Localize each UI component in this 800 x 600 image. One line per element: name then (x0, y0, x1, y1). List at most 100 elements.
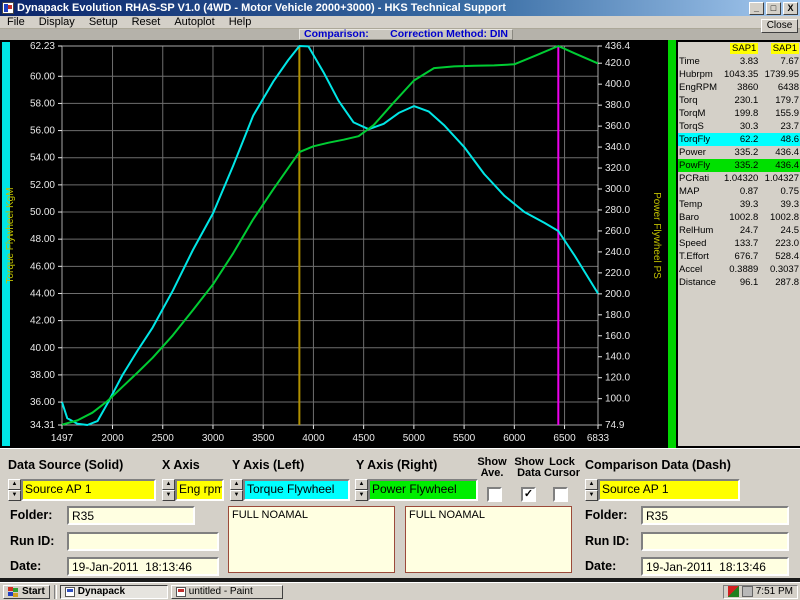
y-axis-left-combo[interactable]: ▲ ▼ Torque Flywheel (230, 479, 350, 501)
chart-svg[interactable]: 34.31 36.00 38.00 40.00 42.00 44.00 46.00 48.00… (0, 40, 668, 448)
right-tick-label: 280.0 (605, 205, 630, 216)
task-label: untitled - Paint (188, 586, 253, 597)
spinner-up-icon[interactable]: ▲ (355, 479, 368, 490)
menu-file[interactable]: File (0, 16, 32, 28)
desktop: Dynapack Evolution RHAS-SP V1.0 (4WD - M… (0, 0, 800, 600)
date-field-left[interactable]: 19-Jan-2011 18:13:46 (67, 557, 219, 576)
x-tick-label: 3000 (202, 433, 225, 444)
windows-flag-icon (8, 586, 19, 597)
taskbar: Start Dynapack untitled - Paint 7:51 PM (0, 582, 800, 600)
spinner-up-icon[interactable]: ▲ (8, 479, 21, 490)
comparison-data-combo[interactable]: ▲ ▼ Source AP 1 (585, 479, 740, 501)
dyno-chart[interactable]: 34.31 36.00 38.00 40.00 42.00 44.00 46.00 48.00… (0, 40, 668, 448)
spinner-up-icon[interactable]: ▲ (230, 479, 243, 490)
left-tick-label: 38.00 (30, 370, 55, 381)
right-tick-label: 180.0 (605, 310, 630, 321)
data-source-combo[interactable]: ▲ ▼ Source AP 1 (8, 479, 156, 501)
table-row: TorqFly 62.2 48.6 (678, 133, 800, 146)
right-tick-label: 100.0 (605, 394, 630, 405)
comment-box-1[interactable]: FULL NOAMAL (228, 506, 395, 573)
table-row: Accel 0.3889 0.3037 (679, 264, 799, 275)
spinner-up-icon[interactable]: ▲ (585, 479, 598, 490)
menu-display[interactable]: Display (32, 16, 82, 28)
system-tray: 7:51 PM (722, 584, 798, 599)
menu-autoplot[interactable]: Autoplot (167, 16, 221, 28)
right-tick-label: 300.0 (605, 184, 630, 195)
right-tick-label: 74.9 (605, 420, 625, 431)
lock-cursor-checkbox[interactable] (553, 487, 568, 502)
folder-label-right: Folder: (585, 508, 628, 522)
x-tick-label: 6833 (587, 433, 610, 444)
restore-icon[interactable]: □ (766, 1, 781, 15)
right-tick-label: 220.0 (605, 268, 630, 279)
left-tick-label: 62.23 (30, 41, 55, 52)
start-button[interactable]: Start (3, 584, 50, 599)
data-source-field[interactable]: Source AP 1 (21, 479, 156, 501)
left-tick-label: 56.00 (30, 126, 55, 137)
spinner-down-icon[interactable]: ▼ (585, 490, 598, 501)
taskbar-clock: 7:51 PM (755, 586, 793, 597)
x-tick-label: 6500 (553, 433, 576, 444)
right-axis-color-stripe (668, 40, 676, 448)
table-row: MAP 0.87 0.75 (679, 186, 799, 197)
y-axis-right-combo[interactable]: ▲ ▼ Power Flywheel (355, 479, 478, 501)
dynapack-task-icon (64, 586, 75, 597)
left-tick-label: 46.00 (30, 261, 55, 272)
spinner-down-icon[interactable]: ▼ (355, 490, 368, 501)
app-icon (2, 2, 14, 14)
table-row: Torq 230.1 179.7 (679, 95, 799, 106)
run-id-label-left: Run ID: (10, 534, 55, 548)
table-row: Hubrpm 1043.35 1739.95 (679, 69, 799, 80)
minimize-icon[interactable]: _ (749, 1, 764, 15)
task-button-dynapack[interactable]: Dynapack (59, 584, 168, 599)
left-tick-label: 60.00 (30, 71, 55, 82)
spinner-up-icon[interactable]: ▲ (162, 479, 175, 490)
comparison-data-field[interactable]: Source AP 1 (598, 479, 740, 501)
table-row: Baro 1002.8 1002.8 (679, 212, 799, 223)
show-ave-checkbox[interactable] (487, 487, 502, 502)
folder-field-left[interactable]: R35 (67, 506, 195, 525)
folder-field-right[interactable]: R35 (641, 506, 789, 525)
date-field-right[interactable]: 19-Jan-2011 18:13:46 (641, 557, 789, 576)
left-tick-label: 40.00 (30, 343, 55, 354)
right-tick-label: 436.4 (605, 41, 630, 52)
show-data-checkbox[interactable]: ✓ (521, 487, 536, 502)
table-row: RelHum 24.7 24.5 (679, 225, 799, 236)
spinner-down-icon[interactable]: ▼ (162, 490, 175, 501)
table-row: Distance 96.1 287.8 (679, 277, 799, 288)
close-button[interactable]: Close (761, 19, 798, 33)
right-tick-label: 380.0 (605, 100, 630, 111)
left-axis-title: Torque Flywheel KgM (5, 187, 16, 283)
left-tick-label: 42.00 (30, 316, 55, 327)
left-tick-label: 54.00 (30, 153, 55, 164)
tray-icon-1[interactable] (727, 586, 739, 597)
x-tick-label: 6000 (503, 433, 526, 444)
y-axis-left-field[interactable]: Torque Flywheel (243, 479, 350, 501)
lock-cursor-label: Lock Cursor (544, 456, 581, 479)
taskbar-divider (53, 584, 57, 599)
x-tick-label: 5500 (453, 433, 476, 444)
x-axis-combo[interactable]: ▲ ▼ Eng rpm (162, 479, 224, 501)
task-button-paint[interactable]: untitled - Paint (170, 584, 283, 599)
run-id-label-right: Run ID: (585, 534, 630, 548)
data-source-label: Data Source (Solid) (8, 458, 124, 472)
main-area: 34.31 36.00 38.00 40.00 42.00 44.00 46.00 48.00… (0, 40, 800, 448)
left-tick-label: 48.00 (30, 234, 55, 245)
right-tick-label: 160.0 (605, 331, 630, 342)
menu-help[interactable]: Help (222, 16, 259, 28)
spinner-down-icon[interactable]: ▼ (230, 490, 243, 501)
right-tick-label: 400.0 (605, 79, 630, 90)
x-axis-field[interactable]: Eng rpm (175, 479, 224, 501)
y-axis-right-field[interactable]: Power Flywheel (368, 479, 478, 501)
right-tick-label: 140.0 (605, 352, 630, 363)
start-label: Start (22, 586, 45, 597)
comment-box-2[interactable]: FULL NOAMAL (405, 506, 572, 573)
menu-setup[interactable]: Setup (82, 16, 125, 28)
tray-icon-2[interactable] (741, 586, 753, 597)
spinner-down-icon[interactable]: ▼ (8, 490, 21, 501)
run-id-field-left[interactable] (67, 532, 219, 551)
run-id-field-right[interactable] (641, 532, 789, 551)
data-panel: SAP1 SAP1 Time 3.83 7.67 Hubrpm 1043.35 1739.95… (676, 40, 800, 448)
menu-reset[interactable]: Reset (125, 16, 168, 28)
close-icon[interactable]: X (783, 1, 798, 15)
